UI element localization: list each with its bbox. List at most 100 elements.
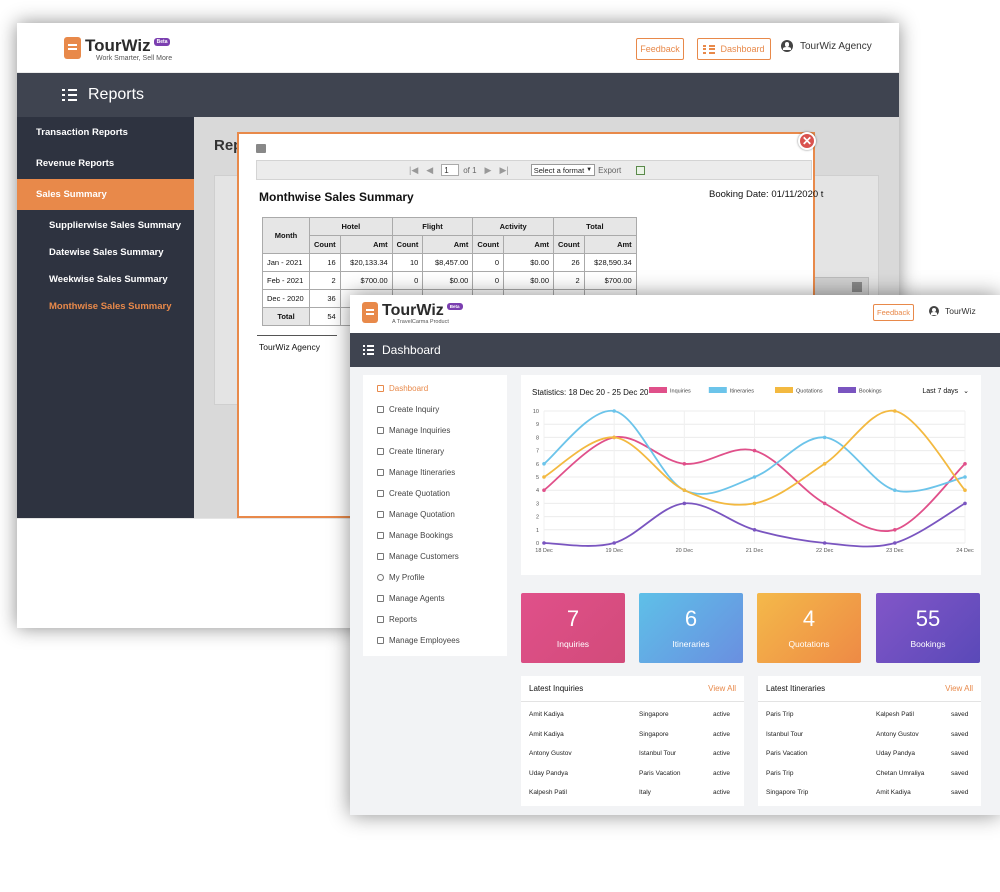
itinerary-status: saved xyxy=(951,750,969,758)
table-cell: Feb - 2021 xyxy=(262,271,310,290)
list-item[interactable]: Paris Vacation Uday Pandya saved xyxy=(758,744,981,764)
latest-itineraries-title: Latest Itineraries xyxy=(766,684,826,693)
sidebar-item-manage-quotation[interactable]: Manage Quotation xyxy=(363,504,507,525)
tourwiz-logo[interactable]: TourWiz Beta A TravelCarma Product xyxy=(362,302,463,325)
first-page-icon[interactable]: |◀ xyxy=(409,165,418,176)
count-header: Count xyxy=(391,235,424,254)
reports-icon xyxy=(377,616,384,623)
agency-name: TourWiz Agency xyxy=(259,342,320,352)
booking-icon xyxy=(377,532,384,539)
data-point xyxy=(542,462,546,466)
sidebar-item-manage-agents[interactable]: Manage Agents xyxy=(363,588,507,609)
data-point xyxy=(682,462,687,466)
page-count: of 1 xyxy=(463,165,477,175)
table-cell: 16 xyxy=(309,253,341,272)
dashboard-sidebar: Dashboard Create Inquiry Manage Inquirie… xyxy=(363,375,507,656)
last-page-icon[interactable]: ▶| xyxy=(499,165,508,176)
list-item[interactable]: Singapore Trip Amit Kadiya saved xyxy=(758,783,981,803)
user-icon xyxy=(929,306,939,316)
dashboard-window: TourWiz Beta A TravelCarma Product Feedb… xyxy=(350,295,1000,815)
inquiry-customer: Amit Kadiya xyxy=(529,711,564,719)
reports-sidebar: Transaction Reports Revenue Reports Sale… xyxy=(17,117,194,518)
calendar-icon[interactable] xyxy=(852,282,862,292)
sidebar-subitem-datewise[interactable]: Datewise Sales Summary xyxy=(17,239,194,266)
quotations-stat-card[interactable]: 4 Quotations xyxy=(757,593,861,663)
sidebar-item-create-inquiry[interactable]: Create Inquiry xyxy=(363,399,507,420)
list-item[interactable]: Uday Pandya Paris Vacation active xyxy=(521,764,744,784)
user-menu[interactable]: TourWiz Agency xyxy=(781,40,872,52)
customers-icon xyxy=(377,553,384,560)
refresh-icon[interactable] xyxy=(636,165,646,175)
page-number-input[interactable] xyxy=(441,164,460,176)
data-point xyxy=(682,488,687,492)
view-all-inquiries-link[interactable]: View All xyxy=(708,684,736,693)
sidebar-item-manage-customers[interactable]: Manage Customers xyxy=(363,546,507,567)
list-item[interactable]: Amit Kadiya Singapore active xyxy=(521,725,744,745)
latest-itineraries-card: Latest Itineraries View All Paris Trip Ka… xyxy=(758,676,981,806)
sidebar-item-manage-bookings[interactable]: Manage Bookings xyxy=(363,525,507,546)
feedback-button[interactable]: Feedback xyxy=(636,38,684,60)
tourwiz-logo[interactable]: TourWiz Beta Work Smarter, Sell More xyxy=(64,37,172,62)
x-tick-label: 18 Dec xyxy=(535,548,553,554)
inquiries-stat-card[interactable]: 7 Inquiries xyxy=(521,593,625,663)
logo-mark-icon xyxy=(362,302,378,323)
itineraries-stat-card[interactable]: 6 Itineraries xyxy=(639,593,743,663)
sidebar-item-manage-inquiries[interactable]: Manage Inquiries xyxy=(363,420,507,441)
sidebar-item-sales-summary[interactable]: Sales Summary xyxy=(17,179,194,210)
sidebar-item-dashboard[interactable]: Dashboard xyxy=(363,378,507,399)
sidebar-item-create-itinerary[interactable]: Create Itinerary xyxy=(363,441,507,462)
prev-page-icon[interactable]: ◀ xyxy=(426,165,433,176)
table-cell: 0 xyxy=(472,253,505,272)
legend-swatch xyxy=(708,387,727,393)
sidebar-subitem-monthwise[interactable]: Monthwise Sales Summary xyxy=(17,293,194,320)
feedback-button[interactable]: Feedback xyxy=(873,304,914,321)
export-format-select[interactable]: Select a format ▼ xyxy=(530,164,596,176)
y-tick-label: 5 xyxy=(536,475,539,481)
data-point xyxy=(963,475,967,479)
sidebar-item-manage-itineraries[interactable]: Manage Itineraries xyxy=(363,462,507,483)
inquiry-icon xyxy=(377,427,384,434)
dashboard-body: Dashboard Create Inquiry Manage Inquirie… xyxy=(350,367,1000,815)
list-item[interactable]: Antony Gustov Istanbul Tour active xyxy=(521,744,744,764)
sidebar-item-create-quotation[interactable]: Create Quotation xyxy=(363,483,507,504)
sidebar-item-manage-employees[interactable]: Manage Employees xyxy=(363,630,507,651)
dashboard-button[interactable]: Dashboard xyxy=(697,38,771,60)
user-menu[interactable]: TourWiz xyxy=(929,306,976,316)
list-item[interactable]: Kalpesh Patil Italy active xyxy=(521,783,744,803)
list-item[interactable]: Istanbul Tour Antony Gustov saved xyxy=(758,725,981,745)
close-icon[interactable]: ✕ xyxy=(798,132,816,150)
list-item[interactable]: Paris Trip Chetan Umraliya saved xyxy=(758,764,981,784)
sidebar-item-reports[interactable]: Reports xyxy=(363,609,507,630)
page-title: Reports xyxy=(88,86,145,103)
amt-header: Amt xyxy=(583,235,637,254)
y-tick-label: 1 xyxy=(536,528,539,534)
sidebar-subitem-supplierwise[interactable]: Supplierwise Sales Summary xyxy=(17,212,194,239)
sidebar-item-label: Manage Inquiries xyxy=(389,426,451,435)
sidebar-item-revenue-reports[interactable]: Revenue Reports xyxy=(17,148,194,179)
list-item[interactable]: Amit Kadiya Singapore active xyxy=(521,705,744,725)
print-icon[interactable] xyxy=(256,144,266,153)
beta-badge: Beta xyxy=(446,303,463,310)
x-tick-label: 22 Dec xyxy=(816,548,834,554)
bookings-stat-card[interactable]: 55 Bookings xyxy=(876,593,980,663)
data-point xyxy=(752,528,757,532)
inquiry-status: active xyxy=(713,711,730,719)
list-item[interactable]: Paris Trip Kalpesh Patil saved xyxy=(758,705,981,725)
stat-value: 4 xyxy=(802,606,816,631)
sidebar-item-transaction-reports[interactable]: Transaction Reports xyxy=(17,117,194,148)
next-page-icon[interactable]: ▶ xyxy=(485,165,492,176)
user-icon xyxy=(781,40,793,52)
table-cell: Jan - 2021 xyxy=(262,253,310,272)
sidebar-item-my-profile[interactable]: My Profile xyxy=(363,567,507,588)
view-all-itineraries-link[interactable]: View All xyxy=(945,684,973,693)
sidebar-subitem-weekwise[interactable]: Weekwise Sales Summary xyxy=(17,266,194,293)
itinerary-name: Paris Vacation xyxy=(766,750,808,758)
divider xyxy=(257,335,337,336)
data-point xyxy=(612,541,616,545)
data-point xyxy=(752,475,757,479)
export-link[interactable]: Export xyxy=(598,166,621,175)
logo-mark-icon xyxy=(64,37,81,59)
stat-label: Inquiries xyxy=(556,639,590,649)
x-tick-label: 19 Dec xyxy=(605,548,623,554)
legend-label: Inquiries xyxy=(670,389,691,395)
